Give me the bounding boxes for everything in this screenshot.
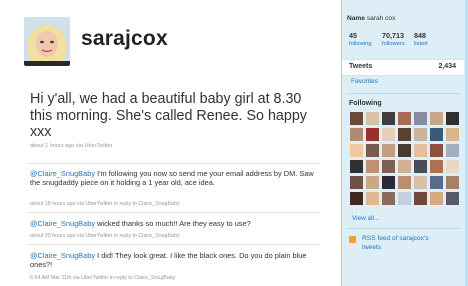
following-avatar[interactable] <box>398 144 411 157</box>
stat-followers-label: followers <box>382 41 405 47</box>
tweet-item: @Claire_SnugBaby I did! They look great.… <box>30 251 318 270</box>
rss-line-2: tweets <box>362 243 382 251</box>
following-avatar[interactable] <box>398 176 411 189</box>
stat-listed-label: listed <box>414 41 428 47</box>
following-avatar[interactable] <box>382 128 395 141</box>
latest-tweet-meta[interactable]: about 1 hours ago via UberTwitter <box>30 143 113 149</box>
tweet-divider <box>26 163 320 164</box>
name-value: sarah cox <box>366 15 396 22</box>
profile-name-row: Name sarah cox <box>347 15 395 22</box>
following-avatar[interactable] <box>382 192 395 205</box>
tweet-text: wicked thanks so much!! Are they easy to… <box>95 219 251 228</box>
tweet-meta[interactable]: 6:54 AM Mar 11th via UberTwitter in repl… <box>30 275 175 281</box>
following-avatar[interactable] <box>446 128 459 141</box>
following-avatar[interactable] <box>430 192 443 205</box>
tweet-meta[interactable]: about 20 hours ago via UberTwitter in re… <box>30 233 180 239</box>
following-avatar[interactable] <box>414 128 427 141</box>
profile-username: sarajcox <box>81 27 168 50</box>
following-avatar[interactable] <box>366 128 379 141</box>
following-avatar[interactable] <box>398 160 411 173</box>
following-avatar[interactable] <box>398 128 411 141</box>
latest-tweet-text: Hi y'all, we had a beautiful baby girl a… <box>30 91 307 140</box>
following-avatar[interactable] <box>366 192 379 205</box>
tweet-item: @Claire_SnugBaby wicked thanks so much!!… <box>30 219 318 228</box>
following-avatar[interactable] <box>350 144 363 157</box>
following-avatar[interactable] <box>350 192 363 205</box>
tweet-meta[interactable]: about 19 hours ago via UberTwitter in re… <box>30 201 180 207</box>
following-avatar[interactable] <box>430 160 443 173</box>
profile-avatar[interactable] <box>24 17 70 66</box>
following-avatar[interactable] <box>446 160 459 173</box>
tweet-mention-link[interactable]: @Claire_SnugBaby <box>30 219 95 228</box>
stat-listed[interactable]: 848 listed <box>414 31 428 47</box>
name-label: Name <box>347 15 365 22</box>
following-avatar[interactable] <box>430 144 443 157</box>
stat-followers[interactable]: 70,713 followers <box>382 31 405 47</box>
following-avatar[interactable] <box>414 144 427 157</box>
following-avatar[interactable] <box>366 144 379 157</box>
following-avatar[interactable] <box>382 160 395 173</box>
stat-following[interactable]: 45 following <box>349 31 372 47</box>
tweets-label: Tweets <box>349 63 373 70</box>
tweet-divider <box>26 212 320 213</box>
tweets-count-tab[interactable]: Tweets 2,434 <box>342 59 464 76</box>
stat-following-count: 45 <box>349 31 357 40</box>
following-avatar[interactable] <box>414 160 427 173</box>
stat-listed-count: 848 <box>414 31 426 40</box>
tweets-count: 2,434 <box>438 63 456 70</box>
tweet-divider <box>26 244 320 245</box>
tweet-mention-link[interactable]: @Claire_SnugBaby <box>30 169 95 178</box>
following-avatar[interactable] <box>446 112 459 125</box>
tweet-mention-link[interactable]: @Claire_SnugBaby <box>30 251 95 260</box>
following-avatar[interactable] <box>430 176 443 189</box>
following-avatar[interactable] <box>382 112 395 125</box>
following-avatar[interactable] <box>446 192 459 205</box>
following-avatar[interactable] <box>350 176 363 189</box>
following-avatar[interactable] <box>446 176 459 189</box>
following-avatar[interactable] <box>414 192 427 205</box>
following-avatar[interactable] <box>350 112 363 125</box>
tweet-item: @Claire_SnugBaby I'm following you now s… <box>30 169 318 188</box>
view-all-link[interactable]: View all... <box>352 215 379 222</box>
following-avatar[interactable] <box>430 128 443 141</box>
timeline-panel: sarajcox Hi y'all, we had a beautiful ba… <box>0 0 341 286</box>
following-avatar-grid <box>350 112 462 207</box>
following-avatar[interactable] <box>446 144 459 157</box>
following-avatar[interactable] <box>366 112 379 125</box>
sidebar-divider <box>346 228 460 229</box>
following-heading: Following <box>349 100 382 107</box>
following-avatar[interactable] <box>398 112 411 125</box>
following-avatar[interactable] <box>414 112 427 125</box>
following-avatar[interactable] <box>398 192 411 205</box>
sidebar-divider <box>346 93 460 94</box>
favorites-link[interactable]: Favorites <box>351 78 378 85</box>
following-avatar[interactable] <box>382 176 395 189</box>
following-avatar[interactable] <box>350 128 363 141</box>
rss-feed-link[interactable]: RSS feed of sarajcox's tweets <box>350 235 460 253</box>
stat-following-label: following <box>349 41 372 47</box>
following-avatar[interactable] <box>366 176 379 189</box>
following-avatar[interactable] <box>430 112 443 125</box>
following-avatar[interactable] <box>414 176 427 189</box>
following-avatar[interactable] <box>350 160 363 173</box>
stat-followers-count: 70,713 <box>382 31 404 40</box>
rss-line-1: RSS feed of sarajcox's <box>362 235 429 242</box>
following-avatar[interactable] <box>366 160 379 173</box>
following-avatar[interactable] <box>382 144 395 157</box>
